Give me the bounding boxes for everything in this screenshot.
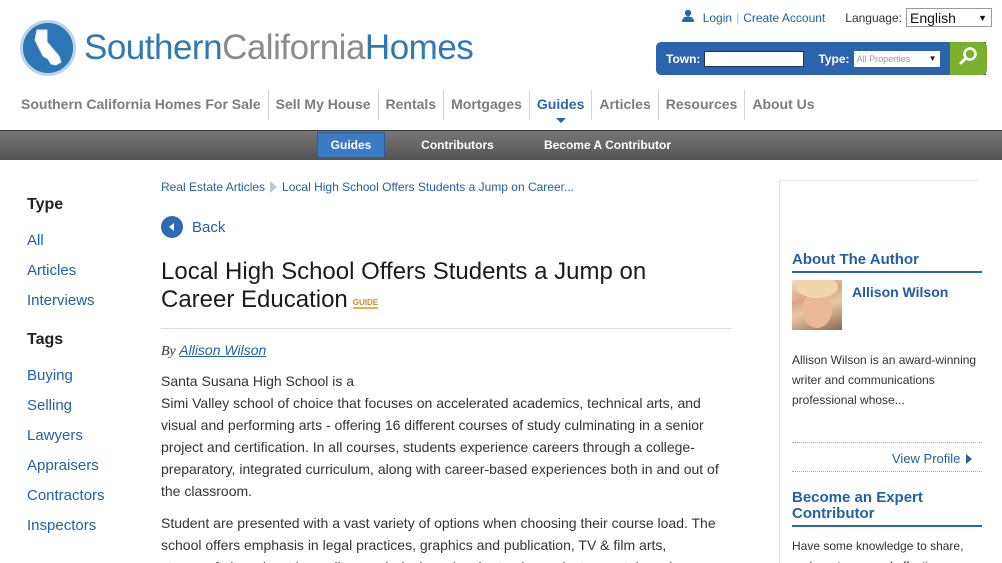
tags-heading: Tags — [27, 331, 64, 348]
back-link[interactable]: Back — [161, 216, 731, 238]
guide-badge: GUIDE — [352, 298, 379, 309]
california-map-icon — [20, 20, 76, 76]
logo-part-california: California — [222, 28, 365, 67]
site-logo[interactable]: SouthernCaliforniaHomes — [20, 20, 474, 76]
filter-type-all[interactable]: All — [27, 232, 105, 249]
paragraph-text: Simi Valley school of choice that focuse… — [161, 395, 719, 499]
article-title: Local High School Offers Students a Jump… — [161, 258, 731, 317]
property-type-select[interactable]: All Properties ▼ — [853, 50, 940, 67]
dotted-divider — [792, 442, 982, 443]
breadcrumb-real-estate-articles[interactable]: Real Estate Articles — [161, 180, 265, 194]
util-separator: | — [736, 10, 740, 25]
sidebar-top-panel — [780, 180, 978, 230]
become-expert-text: Have some knowledge to share, and want e… — [792, 539, 964, 563]
breadcrumb-current[interactable]: Local High School Offers Students a Jump… — [282, 180, 574, 194]
language-label: Language: — [845, 10, 902, 25]
left-filter-sidebar: Type All Articles Interviews Tags Buying… — [27, 196, 105, 547]
nav-item-homes-for-sale[interactable]: Southern California Homes For Sale — [14, 90, 268, 120]
author-link[interactable]: Allison Wilson — [179, 342, 266, 358]
article-title-line2: Career Education — [161, 286, 348, 313]
property-type-value: All Properties — [856, 53, 911, 64]
nav-item-articles[interactable]: Articles — [591, 90, 657, 120]
nav-item-about-us[interactable]: About Us — [744, 90, 821, 120]
town-input[interactable] — [704, 50, 805, 67]
tag-lawyers[interactable]: Lawyers — [27, 427, 105, 444]
property-search-bar: Town: Type: All Properties ▼ — [656, 42, 986, 75]
about-author-heading: About The Author — [792, 252, 982, 273]
utility-bar: Login | Create Account Language: English… — [681, 8, 992, 27]
nav-item-guides[interactable]: Guides — [528, 90, 591, 123]
back-arrow-icon — [161, 216, 183, 238]
view-profile-label: View Profile — [892, 451, 961, 466]
article-body: Santa Susana High School is a Simi Valley… — [161, 370, 731, 563]
chevron-down-icon: ▼ — [928, 54, 937, 63]
subnav-contributors[interactable]: Contributors — [410, 132, 505, 158]
article-paragraph: Student are presented with a vast variet… — [161, 515, 716, 563]
tag-appraisers[interactable]: Appraisers — [27, 457, 105, 474]
tag-inspectors[interactable]: Inspectors — [27, 517, 105, 534]
login-link[interactable]: Login — [703, 11, 732, 25]
user-icon — [681, 9, 695, 26]
become-expert-heading: Become an Expert Contributor — [792, 490, 982, 527]
nav-item-sell-my-house[interactable]: Sell My House — [267, 90, 378, 120]
nav-item-rentals[interactable]: Rentals — [377, 90, 444, 120]
type-heading: Type — [27, 196, 64, 213]
chevron-right-icon — [966, 453, 973, 464]
back-label: Back — [192, 218, 226, 236]
right-sidebar: About The Author Allison Wilson Allison … — [779, 180, 982, 563]
author-avatar[interactable] — [792, 280, 842, 330]
language-select[interactable]: English ▼ — [906, 8, 992, 27]
filter-type-interviews[interactable]: Interviews — [27, 292, 105, 309]
main-navigation: Southern California Homes For Sale Sell … — [14, 90, 822, 123]
search-icon — [958, 45, 980, 72]
subnav-become-a-contributor[interactable]: Become A Contributor — [530, 132, 685, 158]
tag-contractors[interactable]: Contractors — [27, 487, 105, 504]
logo-part-homes: Homes — [364, 28, 474, 67]
byline-prefix: By — [161, 344, 176, 359]
dotted-divider — [792, 471, 982, 472]
breadcrumb-separator-icon — [270, 181, 278, 193]
town-label: Town: — [666, 51, 701, 66]
view-profile-link[interactable]: View Profile — [892, 451, 973, 466]
language-value: English — [910, 9, 956, 26]
subnav-guides[interactable]: Guides — [317, 132, 385, 158]
article-content: Real Estate Articles Local High School O… — [161, 180, 731, 563]
type-label: Type: — [818, 51, 850, 66]
tag-selling[interactable]: Selling — [27, 397, 105, 414]
search-button[interactable] — [950, 42, 987, 75]
paragraph-first-line: Santa Susana High School is a — [161, 373, 355, 389]
filter-type-articles[interactable]: Articles — [27, 262, 105, 279]
logo-part-southern: Southern — [84, 28, 223, 67]
nav-item-resources[interactable]: Resources — [657, 90, 745, 120]
byline: By Allison Wilson — [161, 342, 731, 360]
create-account-link[interactable]: Create Account — [743, 11, 825, 25]
sub-navigation: Guides Contributors Become A Contributor — [0, 130, 1002, 160]
tag-buying[interactable]: Buying — [27, 367, 105, 384]
author-name-link[interactable]: Allison Wilson — [852, 284, 948, 330]
title-divider — [161, 328, 731, 329]
logo-text: SouthernCaliforniaHomes — [84, 28, 474, 68]
author-bio: Allison Wilson is an award-winning write… — [792, 353, 977, 407]
article-title-line1: Local High School Offers Students a Jump… — [161, 258, 647, 285]
breadcrumb: Real Estate Articles Local High School O… — [161, 180, 731, 194]
chevron-down-icon: ▼ — [978, 12, 987, 23]
article-paragraph: Santa Susana High School is a Simi Valley… — [161, 370, 731, 502]
author-card: Allison Wilson — [792, 280, 948, 330]
nav-item-mortgages[interactable]: Mortgages — [443, 90, 529, 120]
